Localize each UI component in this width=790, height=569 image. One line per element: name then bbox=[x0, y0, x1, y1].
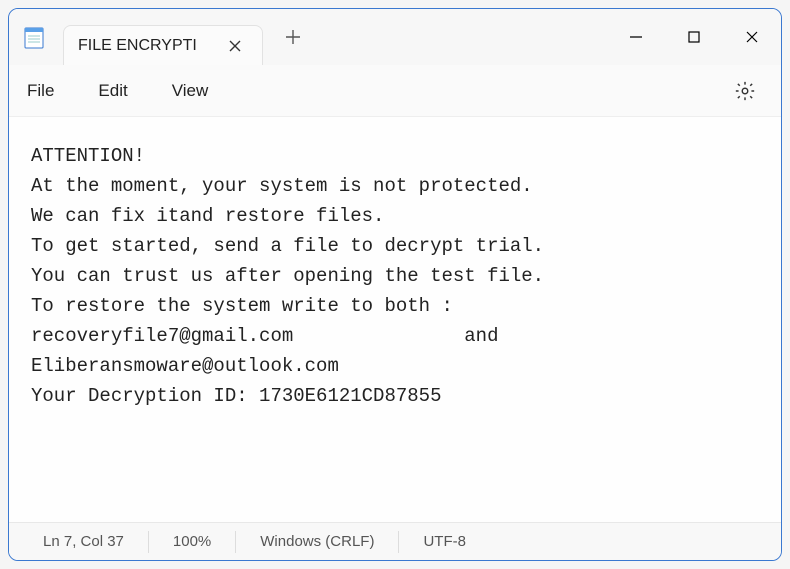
text-area[interactable]: ATTENTION! At the moment, your system is… bbox=[9, 117, 781, 522]
status-line-ending: Windows (CRLF) bbox=[236, 533, 398, 550]
statusbar: Ln 7, Col 37 100% Windows (CRLF) UTF-8 bbox=[9, 522, 781, 560]
new-tab-button[interactable] bbox=[271, 15, 315, 59]
settings-button[interactable] bbox=[727, 73, 763, 109]
close-button[interactable] bbox=[723, 13, 781, 61]
window-controls bbox=[607, 13, 781, 61]
menu-edit[interactable]: Edit bbox=[98, 81, 127, 101]
titlebar: FILE ENCRYPTI bbox=[9, 9, 781, 65]
status-position: Ln 7, Col 37 bbox=[19, 533, 148, 550]
minimize-button[interactable] bbox=[607, 13, 665, 61]
notepad-window: FILE ENCRYPTI File Edit View bbox=[8, 8, 782, 561]
maximize-button[interactable] bbox=[665, 13, 723, 61]
notepad-icon bbox=[23, 25, 45, 49]
menu-view[interactable]: View bbox=[172, 81, 209, 101]
menubar: File Edit View bbox=[9, 65, 781, 117]
menu-file[interactable]: File bbox=[27, 81, 54, 101]
tab-title: FILE ENCRYPTI bbox=[78, 37, 222, 55]
status-encoding: UTF-8 bbox=[399, 533, 490, 550]
status-zoom[interactable]: 100% bbox=[149, 533, 235, 550]
document-tab[interactable]: FILE ENCRYPTI bbox=[63, 25, 263, 65]
close-tab-icon[interactable] bbox=[222, 33, 248, 59]
